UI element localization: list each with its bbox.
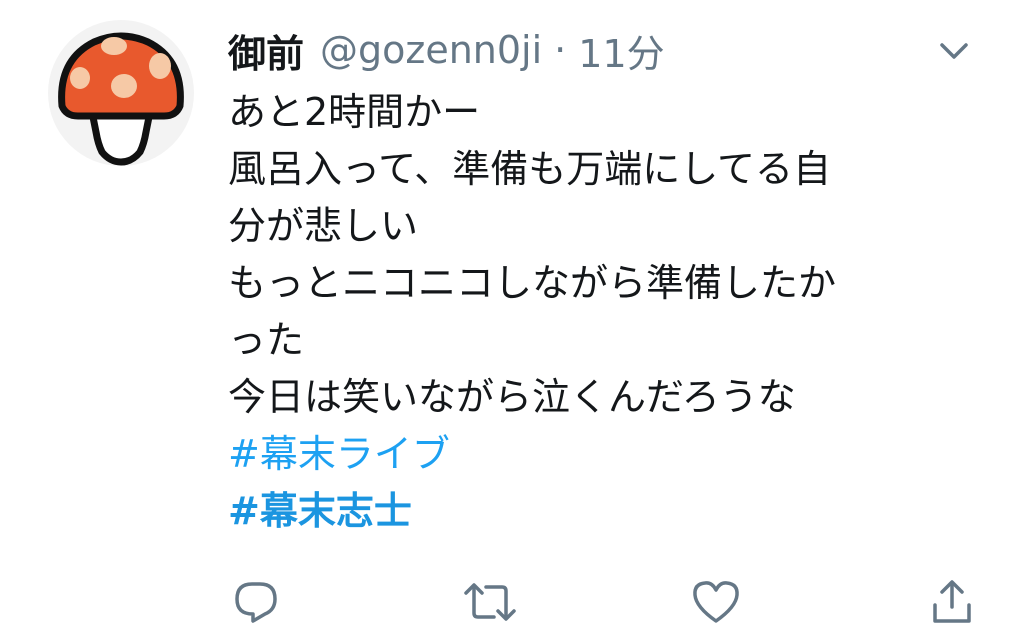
mushroom-avatar-icon: [58, 32, 184, 166]
tweet-text-line: あと2時間かー: [228, 90, 481, 134]
tweet-text-line: 分が悲しい: [228, 204, 419, 248]
reply-icon: [235, 582, 277, 623]
chevron-down-icon: [940, 43, 968, 59]
tweet-text-line: 風呂入って、準備も万端にしてる自: [228, 147, 832, 191]
reply-button[interactable]: [228, 574, 284, 630]
tweet-text-line: もっとニコニコしながら準備したか: [228, 261, 837, 305]
like-button[interactable]: [688, 574, 744, 630]
author-handle[interactable]: @gozenn0ji: [320, 28, 542, 72]
share-icon: [933, 580, 971, 623]
avatar[interactable]: [48, 20, 194, 166]
share-button[interactable]: [924, 574, 980, 630]
tweet-timestamp[interactable]: 11分: [578, 23, 664, 78]
tweet-text-line: った: [228, 318, 305, 362]
separator-dot: ·: [554, 28, 567, 72]
retweet-button[interactable]: [462, 574, 518, 630]
tweet-header: 御前 @gozenn0ji · 11分: [228, 22, 665, 78]
retweet-icon: [464, 583, 516, 621]
hashtag-link[interactable]: #幕末ライブ: [228, 432, 450, 476]
author-display-name[interactable]: 御前: [228, 23, 304, 78]
tweet-menu-button[interactable]: [932, 34, 976, 68]
tweet-text-line: 今日は笑いながら泣くんだろうな: [228, 375, 796, 419]
tweet-text: あと2時間かー 風呂入って、準備も万端にしてる自 分が悲しい もっとニコニコしな…: [228, 84, 988, 540]
tweet-actions: [0, 574, 1024, 630]
hashtag-link[interactable]: #幕末志士: [228, 489, 412, 533]
heart-icon: [693, 581, 739, 623]
